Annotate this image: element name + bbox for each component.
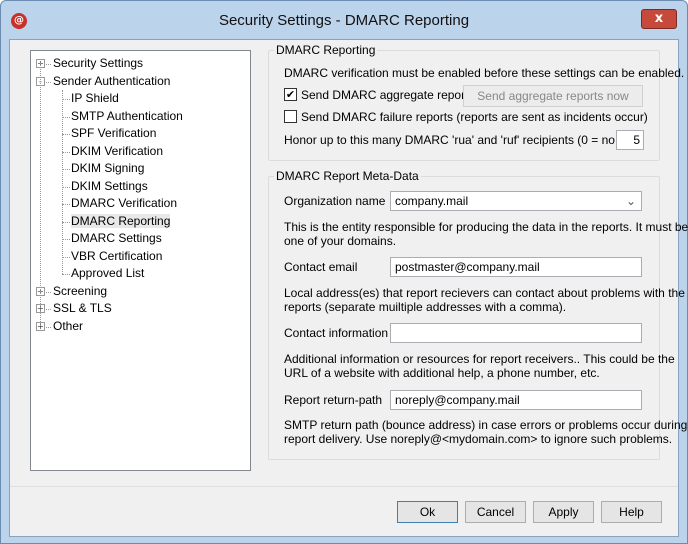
client-area: + Security Settings - Sender Authentication… [9, 39, 688, 537]
tree-connector [62, 90, 63, 274]
cancel-button[interactable]: Cancel [465, 501, 526, 523]
window-title: Security Settings - DMARC Reporting [218, 12, 470, 29]
honor-label: Honor up to this many DMARC 'rua' and 'r… [284, 133, 644, 147]
note-text: DMARC verification must be enabled befor… [284, 66, 685, 80]
aggregate-label[interactable]: Send DMARC aggregate reports [301, 88, 474, 102]
aggregate-checkbox[interactable]: ✔ [284, 88, 297, 101]
help-text: SMTP return path (bounce address) in cas… [284, 418, 688, 432]
ok-button[interactable]: Ok [397, 501, 458, 523]
tree-connector [40, 63, 41, 326]
tree-item[interactable]: IP Shield [71, 91, 119, 105]
email-input[interactable]: postmaster@company.mail [390, 257, 642, 277]
help-text: reports (separate muiltiple addresses wi… [284, 300, 567, 314]
tree-item[interactable]: SMTP Authentication [71, 109, 183, 123]
failure-label[interactable]: Send DMARC failure reports (reports are … [301, 110, 648, 124]
chevron-down-icon: ⌄ [625, 194, 636, 208]
email-label: Contact email [284, 260, 358, 274]
tree-connector [46, 64, 51, 65]
help-text: report delivery. Use noreply@<mydomain.c… [284, 432, 673, 446]
tree-item[interactable]: Other [53, 319, 83, 333]
org-value: company.mail [395, 194, 469, 208]
tree-connector [62, 274, 70, 275]
tree-connector [62, 169, 70, 170]
tree-item[interactable]: DKIM Settings [71, 179, 148, 193]
info-label: Contact information [284, 326, 389, 340]
tree-connector [46, 291, 51, 293]
group-label: DMARC Report Meta-Data [274, 169, 421, 183]
close-button[interactable]: x [641, 9, 677, 29]
tree-item[interactable]: SPF Verification [71, 126, 156, 140]
tree-connector [62, 204, 70, 205]
help-text: URL of a website with additional help, a… [284, 366, 600, 380]
tree-item[interactable]: DKIM Verification [71, 144, 163, 158]
help-text: one of your domains. [284, 234, 397, 248]
org-select[interactable]: company.mail ⌄ [390, 191, 642, 211]
button-bar: Ok Cancel Apply Help [10, 486, 678, 536]
tree-connector [46, 309, 51, 310]
return-path-input[interactable]: noreply@company.mail [390, 390, 642, 410]
honor-input[interactable]: 5 [616, 130, 644, 150]
tree-connector [62, 186, 70, 188]
failure-checkbox[interactable] [284, 110, 297, 123]
tree-connector [62, 151, 70, 153]
group-label: DMARC Reporting [274, 43, 378, 57]
tree-item[interactable]: DMARC Settings [71, 231, 162, 245]
tree-item[interactable]: Security Settings [53, 56, 143, 70]
tree-connector [62, 99, 70, 100]
help-text: This is the entity responsible for produ… [284, 220, 688, 234]
help-button[interactable]: Help [601, 501, 662, 523]
tree-item[interactable]: Screening [53, 284, 107, 298]
tree-connector [62, 256, 70, 258]
tree-item[interactable]: VBR Certification [71, 249, 162, 263]
tree-connector [46, 326, 51, 328]
org-label: Organization name [284, 194, 386, 208]
tree-connector [62, 134, 70, 135]
tree-connector [46, 81, 51, 83]
tree-item[interactable]: DMARC Verification [71, 196, 177, 210]
tree-item[interactable]: Sender Authentication [53, 74, 170, 88]
return-label: Report return-path [284, 393, 383, 407]
help-text: Local address(es) that report recievers … [284, 286, 685, 300]
settings-tree[interactable]: + Security Settings - Sender Authentication… [30, 50, 251, 471]
tree-item[interactable]: Approved List [71, 266, 144, 280]
send-now-button[interactable]: Send aggregate reports now [463, 85, 643, 107]
tree-connector [62, 116, 70, 118]
help-text: Additional information or resources for … [284, 352, 675, 366]
info-input[interactable] [390, 323, 642, 343]
tree-item[interactable]: DMARC Reporting [71, 213, 171, 228]
tree-connector [62, 221, 70, 223]
tree-item[interactable]: DKIM Signing [71, 161, 144, 175]
dialog-window: @ Security Settings - DMARC Reporting x … [0, 0, 688, 544]
tree-connector [62, 239, 70, 240]
apply-button[interactable]: Apply [533, 501, 594, 523]
tree-item[interactable]: SSL & TLS [53, 301, 112, 315]
